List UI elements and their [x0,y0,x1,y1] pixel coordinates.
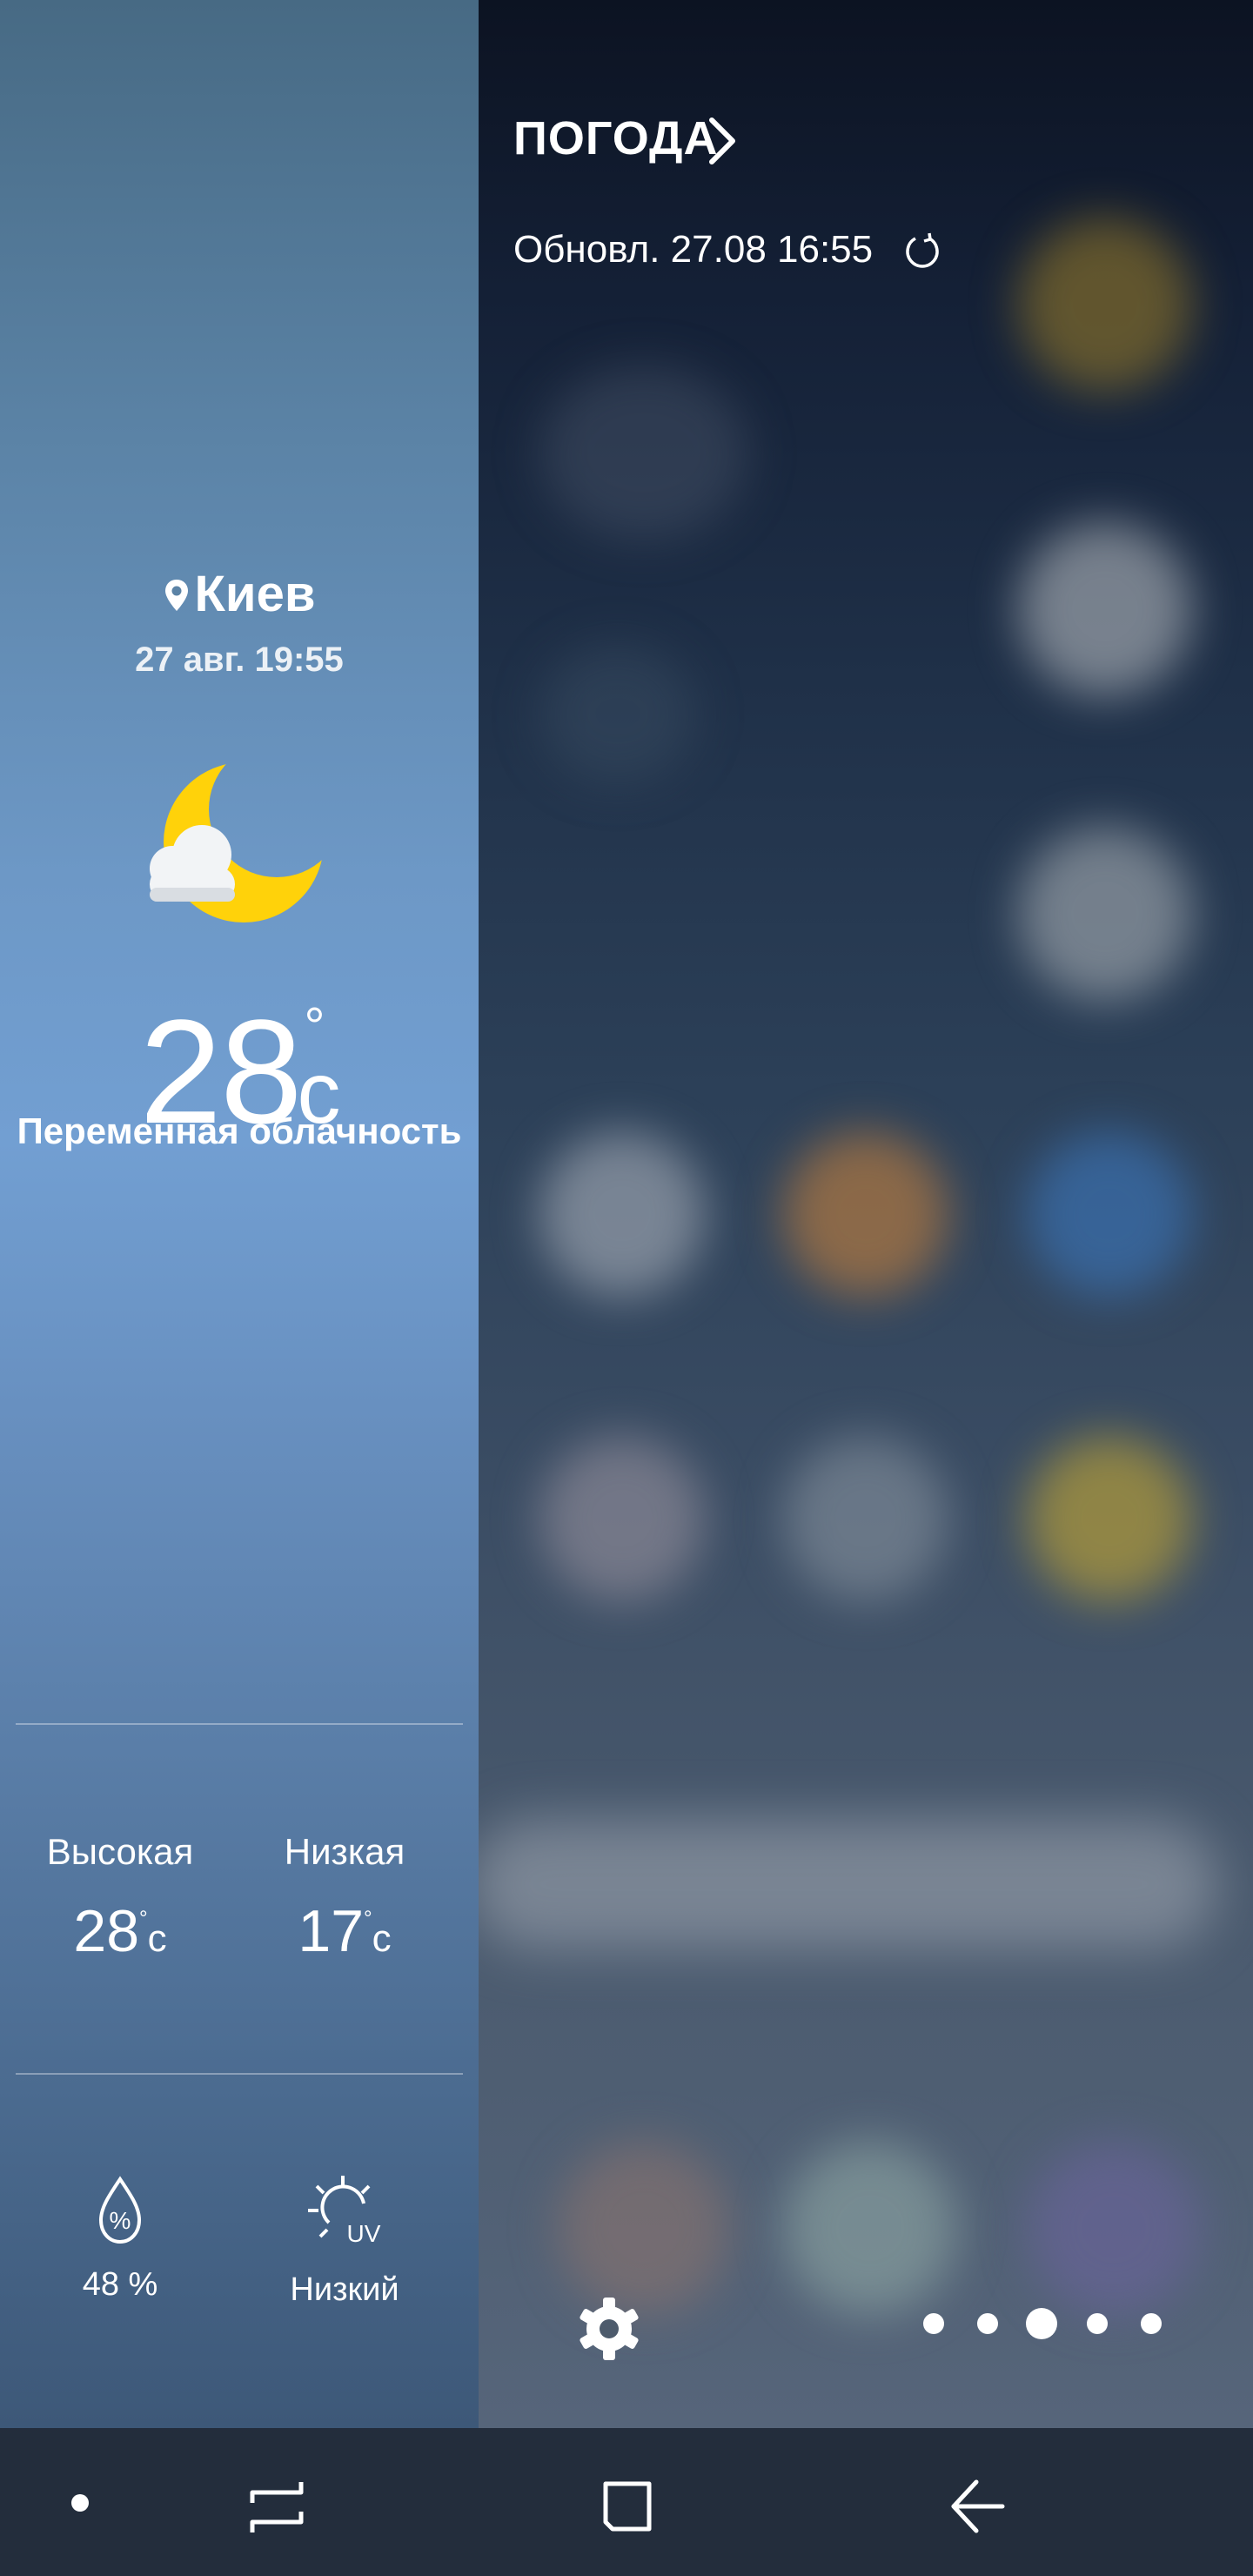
divider [16,2073,463,2075]
blurred-app-icon [1027,2141,1201,2315]
location-pin-icon [164,580,188,611]
blurred-app-icon [557,2141,731,2315]
settings-gear-icon[interactable] [574,2294,644,2364]
blurred-search-bar [470,1819,1218,1949]
blurred-app-icon [1018,522,1192,696]
weather-date-time: 27 авг. 19:55 [135,641,344,679]
low-label: Низкая [284,1831,405,1872]
blurred-app-icon [1027,1436,1192,1601]
page-indicator-dot[interactable] [1141,2313,1162,2334]
weather-app-title[interactable]: ПОГОДА [513,111,718,165]
humidity-value: 48 % [82,2266,158,2303]
blurred-app-icon [539,1131,705,1297]
refresh-icon[interactable] [903,231,943,272]
back-arrow-icon[interactable] [947,2477,1008,2538]
degree-symbol: ° [364,1907,372,1930]
divider [16,1723,463,1725]
page-indicator-dot[interactable] [977,2313,998,2334]
blurred-app-icon [783,1131,948,1297]
page-indicator-dot[interactable] [923,2313,944,2334]
blurred-app-icon [1018,827,1192,1001]
last-updated-label: Обновл. 27.08 16:55 [513,228,874,271]
uv-value: Низкий [290,2271,399,2308]
high-label: Высокая [46,1831,194,1872]
nav-dot-button[interactable] [71,2494,89,2512]
home-button-icon[interactable] [597,2477,658,2538]
humidity-drop-icon: % [98,2176,142,2244]
blurred-app-icon [783,1436,948,1601]
uv-index-icon: UV [308,2176,381,2247]
navigation-bar [0,2428,1253,2576]
blurred-app-icon [1027,1131,1192,1297]
blurred-app-icon [539,366,748,540]
high-temperature: 28°c [16,1897,224,1965]
temperature-unit: c [372,1917,392,1960]
high-temperature-value: 28 [73,1898,140,1964]
temperature-unit: c [147,1917,167,1960]
location-label: Киев [0,564,479,625]
blurred-app-icon [539,644,696,783]
low-temperature-value: 17 [298,1898,365,1964]
location-name: Киев [194,566,316,622]
screen: Киев 27 авг. 19:55 28°c Переменная облач… [0,0,1253,2576]
page-indicator-dot-active[interactable] [1026,2308,1057,2339]
chevron-right-icon[interactable] [705,115,740,167]
partly-cloudy-night-icon [150,762,324,922]
low-temperature: 17°c [240,1897,449,1965]
recent-apps-icon[interactable] [247,2477,308,2538]
degree-symbol: ° [139,1907,148,1930]
svg-text:%: % [110,2207,131,2234]
weather-condition: Переменная облачность [17,1110,462,1151]
uv-label: UV [347,2220,381,2247]
page-indicator-dot[interactable] [1087,2313,1108,2334]
blurred-app-icon [1018,218,1192,392]
weather-panel[interactable]: Киев 27 авг. 19:55 28°c Переменная облач… [0,0,479,2428]
blurred-app-icon [783,2141,957,2315]
blurred-app-icon [539,1436,705,1601]
